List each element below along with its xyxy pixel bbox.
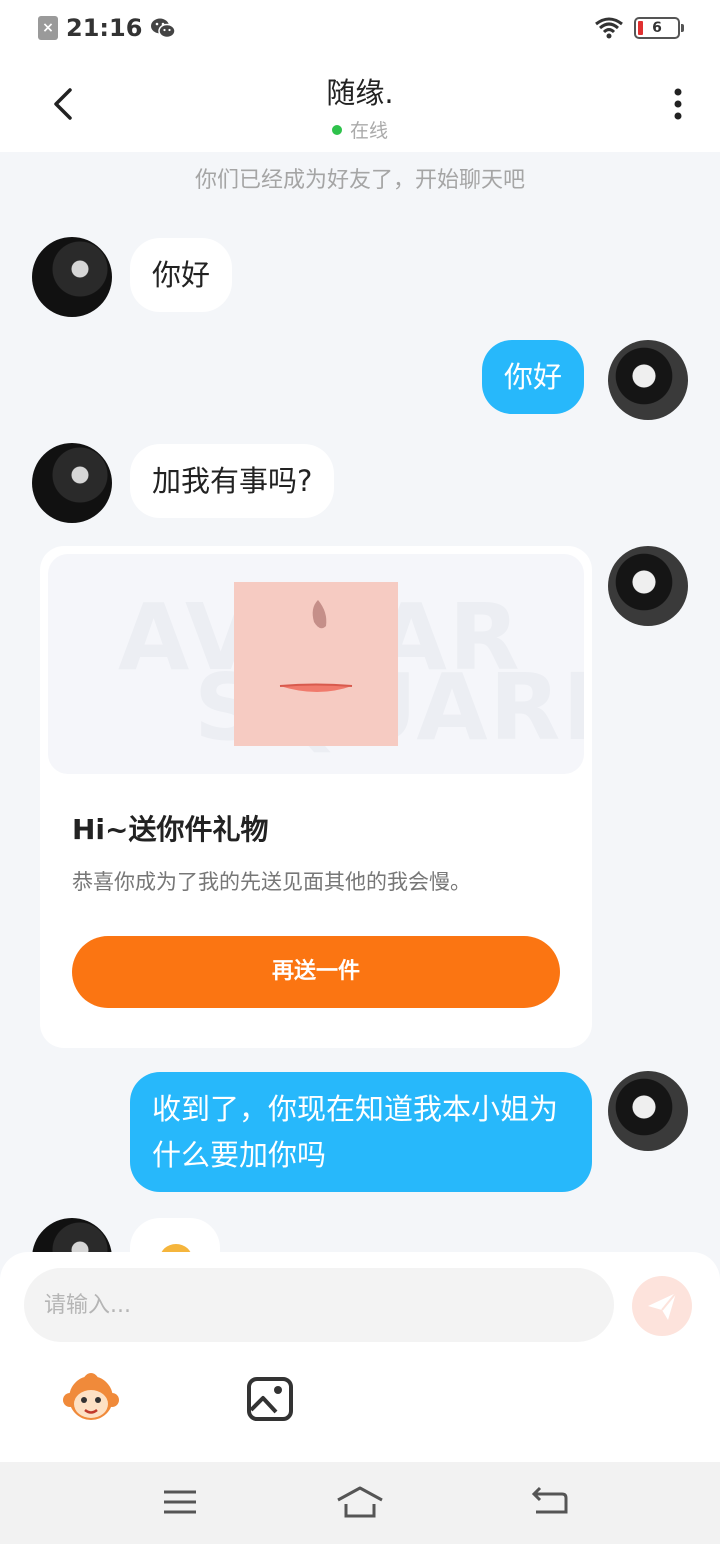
wechat-icon xyxy=(151,18,177,39)
contact-name: 随缘. xyxy=(326,76,394,110)
status-right: 6 xyxy=(594,16,684,40)
paper-plane-icon xyxy=(648,1292,677,1320)
return-icon[interactable] xyxy=(530,1484,570,1520)
monkey-emoji-icon[interactable] xyxy=(62,1370,120,1426)
system-message: 你们已经成为好友了，开始聊天吧 xyxy=(194,168,525,193)
my-avatar[interactable] xyxy=(608,1071,688,1151)
more-vertical-icon[interactable] xyxy=(672,86,684,122)
online-status: 在线 xyxy=(0,116,720,143)
gift-description: 恭喜你成为了我的先送见面其他的我会慢。 xyxy=(72,870,471,894)
battery-level: 6 xyxy=(652,20,662,36)
my-avatar[interactable] xyxy=(608,340,688,420)
gift-image xyxy=(234,582,398,746)
chat-header: 随缘. 在线 xyxy=(0,56,720,152)
contact-avatar[interactable] xyxy=(32,237,112,317)
message-input[interactable] xyxy=(24,1268,614,1342)
home-icon[interactable] xyxy=(336,1484,384,1520)
input-area xyxy=(0,1252,720,1462)
online-label: 在线 xyxy=(349,120,388,142)
message-bubble-incoming[interactable]: 你好 xyxy=(130,238,233,312)
title-wrap: 随缘. 在线 xyxy=(0,70,720,143)
no-sim-icon: × xyxy=(38,16,58,40)
status-left: × 21:16 xyxy=(38,14,177,42)
face-closeup-image xyxy=(279,600,353,692)
wifi-icon xyxy=(595,17,623,39)
send-another-gift-button[interactable]: 再送一件 xyxy=(72,936,560,1008)
gift-title: Hi~送你件礼物 xyxy=(72,813,269,846)
gift-card[interactable]: AVATAR SQUARE Hi~送你件礼物 恭喜你成为了我的先送见面其他的我会… xyxy=(40,546,592,1048)
message-bubble-outgoing[interactable]: 你好 xyxy=(482,340,585,414)
image-icon[interactable] xyxy=(246,1376,294,1422)
send-button[interactable] xyxy=(632,1276,692,1336)
my-avatar[interactable] xyxy=(608,546,688,626)
gift-banner: AVATAR SQUARE xyxy=(48,554,584,774)
status-bar: × 21:16 6 xyxy=(0,0,720,56)
contact-avatar[interactable] xyxy=(32,443,112,523)
message-bubble-outgoing[interactable]: 收到了，你现在知道我本小姐为什么要加你吗 xyxy=(130,1072,592,1192)
menu-icon[interactable] xyxy=(160,1484,200,1520)
system-nav-bar xyxy=(0,1462,720,1544)
battery-icon: 6 xyxy=(634,17,684,39)
status-time: 21:16 xyxy=(66,14,143,42)
message-bubble-incoming[interactable]: 加我有事吗? xyxy=(130,444,335,518)
online-dot xyxy=(331,124,342,135)
